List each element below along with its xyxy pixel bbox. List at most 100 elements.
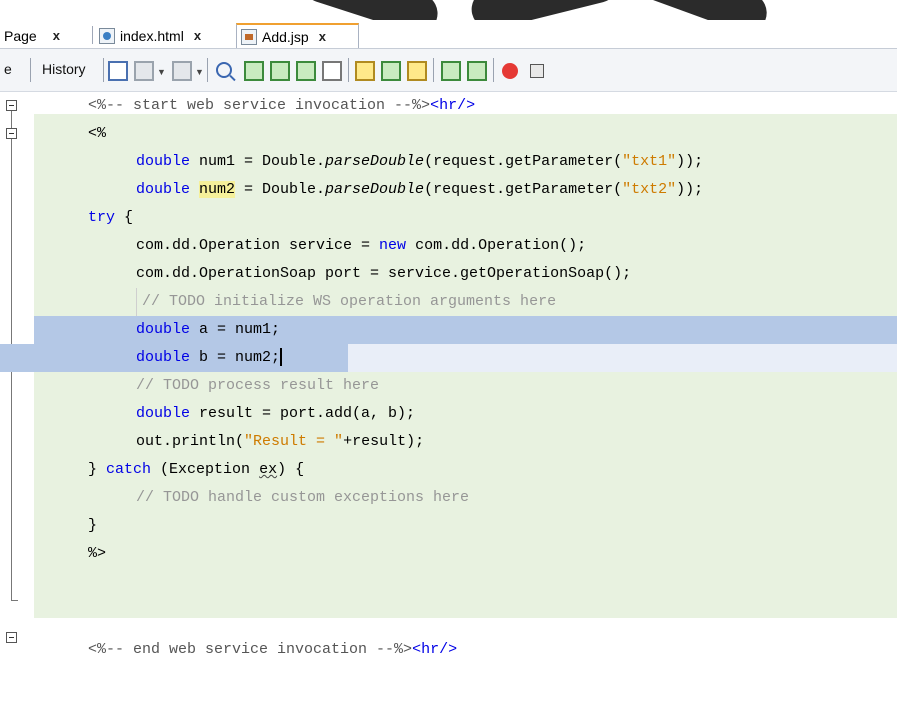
code-line[interactable]: // TODO initialize WS operation argument…	[34, 288, 897, 316]
close-icon[interactable]: x	[53, 28, 60, 43]
code-text: a = num1;	[190, 321, 281, 338]
code-comment: // TODO handle custom exceptions here	[136, 489, 470, 506]
last-edit-icon[interactable]	[108, 61, 128, 81]
toolbar-separator	[207, 58, 208, 82]
current-code-line[interactable]: double b = num2;	[0, 344, 897, 372]
scriptlet-close: %>	[88, 545, 107, 562]
find-next-icon[interactable]	[270, 61, 290, 81]
code-line[interactable]: <%-- end web service invocation --%><hr/…	[34, 636, 897, 664]
shift-left-icon[interactable]	[441, 61, 461, 81]
next-bookmark-icon[interactable]	[381, 61, 401, 81]
selected-code-line[interactable]: double a = num1;	[34, 316, 897, 344]
tab-label: Page	[4, 27, 37, 44]
code-text: (Exception	[151, 461, 260, 478]
code-line[interactable]: double result = port.add(a, b);	[34, 400, 897, 428]
keyword: double	[136, 349, 191, 366]
code-line[interactable]: out.println("Result = "+result);	[34, 428, 897, 456]
close-icon[interactable]: x	[319, 29, 326, 44]
toolbar-separator	[493, 58, 494, 82]
code-text: result = port.add(a, b);	[190, 405, 416, 422]
find-previous-icon[interactable]	[244, 61, 264, 81]
record-macro-icon[interactable]	[502, 63, 518, 79]
code-line[interactable]: <%-- start web service invocation --%><h…	[34, 92, 897, 120]
code-line[interactable]: // TODO handle custom exceptions here	[34, 484, 897, 512]
code-editor[interactable]: <%-- start web service invocation --%><h…	[0, 92, 897, 658]
method-name: parseDouble	[325, 153, 425, 170]
string-literal: "txt1"	[622, 153, 677, 170]
fold-toggle-icon[interactable]	[6, 100, 17, 111]
code-text: }	[88, 461, 107, 478]
editor-tab-bar: Page x index.html x Add.jsp x	[0, 20, 897, 49]
editor-gutter	[0, 92, 34, 656]
code-comment: // TODO process result here	[136, 377, 380, 394]
keyword: catch	[106, 461, 152, 478]
editor-toolbar: e History ▼ ▼	[0, 49, 897, 92]
jsp-comment: <%-- start web service invocation --%>	[88, 97, 431, 114]
chevron-down-icon[interactable]: ▼	[195, 67, 204, 77]
string-literal: "Result = "	[244, 433, 344, 450]
stop-macro-icon[interactable]	[530, 64, 544, 78]
warning-identifier: ex	[259, 461, 278, 478]
fold-line	[11, 111, 12, 129]
find-selection-icon[interactable]	[296, 61, 316, 81]
keyword: try	[88, 209, 116, 226]
close-icon[interactable]: x	[194, 28, 201, 43]
keyword: double	[136, 153, 200, 170]
jsp-file-icon	[241, 28, 257, 45]
toggle-highlight-icon[interactable]	[322, 61, 342, 81]
code-line[interactable]: }	[34, 512, 897, 540]
code-text: (request.getParameter(	[424, 153, 623, 170]
code-line[interactable]: com.dd.OperationSoap port = service.getO…	[34, 260, 897, 288]
source-tab-button[interactable]: e	[4, 61, 12, 77]
code-text: +result);	[343, 433, 425, 450]
tab-index-html[interactable]: index.html x	[95, 24, 233, 47]
code-comment: // TODO initialize WS operation argument…	[142, 293, 557, 310]
code-line[interactable]: double num2 = Double.parseDouble(request…	[34, 176, 897, 204]
history-tab-button[interactable]: History	[42, 61, 86, 77]
code-line[interactable]: double num1 = Double.parseDouble(request…	[34, 148, 897, 176]
keyword: double	[136, 321, 191, 338]
code-line[interactable]: try {	[34, 204, 897, 232]
code-text: ) {	[277, 461, 305, 478]
toggle-bookmark-icon[interactable]	[407, 61, 427, 81]
code-text: {	[115, 209, 134, 226]
tab-add-jsp[interactable]: Add.jsp x	[236, 23, 359, 48]
code-text: com.dd.Operation();	[406, 237, 587, 254]
toolbar-separator	[433, 58, 434, 82]
code-line[interactable]: com.dd.Operation service = new com.dd.Op…	[34, 232, 897, 260]
tab-page[interactable]: Page x	[0, 24, 92, 47]
html-tag: <hr/>	[412, 641, 458, 658]
toolbar-separator	[30, 58, 31, 82]
code-text: com.dd.Operation service =	[136, 237, 380, 254]
tab-separator	[92, 26, 93, 44]
code-text: com.dd.OperationSoap port = service.getO…	[136, 265, 632, 282]
code-text: ));	[676, 153, 704, 170]
keyword: double	[136, 181, 200, 198]
selection-margin	[0, 344, 34, 372]
html-tag: <hr/>	[430, 97, 476, 114]
fold-end	[11, 600, 18, 601]
code-line[interactable]: %>	[34, 540, 897, 568]
search-icon[interactable]	[216, 62, 232, 78]
shift-right-icon[interactable]	[467, 61, 487, 81]
back-icon[interactable]	[134, 61, 154, 81]
forward-icon[interactable]	[172, 61, 192, 81]
html-file-icon	[99, 27, 115, 44]
indent-guide	[136, 288, 137, 316]
code-text: (request.getParameter(	[424, 181, 623, 198]
code-line[interactable]: } catch (Exception ex) {	[34, 456, 897, 484]
fold-toggle-icon[interactable]	[6, 128, 17, 139]
code-text: = Double.	[235, 181, 326, 198]
fold-toggle-icon[interactable]	[6, 632, 17, 643]
method-name: parseDouble	[325, 181, 425, 198]
string-literal: "txt2"	[622, 181, 677, 198]
code-line[interactable]: // TODO process result here	[34, 372, 897, 400]
chevron-down-icon[interactable]: ▼	[157, 67, 166, 77]
scriptlet-open: <%	[88, 125, 107, 142]
highlighted-variable: num2	[199, 181, 236, 198]
previous-bookmark-icon[interactable]	[355, 61, 375, 81]
code-text: }	[88, 517, 98, 534]
toolbar-separator	[103, 58, 104, 82]
code-line[interactable]: <%	[34, 120, 897, 148]
code-text: b = num2;	[190, 349, 281, 366]
